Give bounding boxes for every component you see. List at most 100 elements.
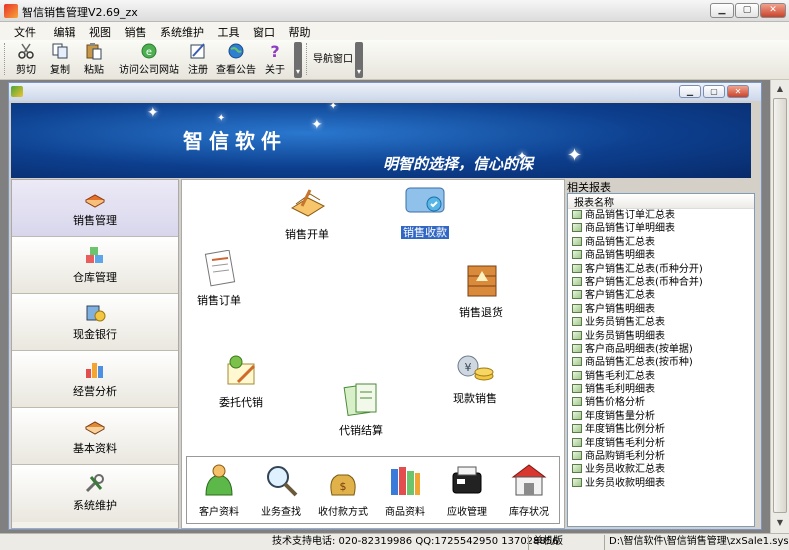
scroll-down-arrow[interactable]: ▼ [773,516,787,530]
sidebar-item-basic-data[interactable]: 基本资料 [12,408,178,465]
sidebar-item-cash-bank[interactable]: 现金银行 [12,294,178,351]
menu-file[interactable]: 文件 [14,22,36,40]
sidebar-item-analysis[interactable]: 经营分析 [12,351,178,408]
cut-button[interactable]: 剪切 [12,40,40,76]
copy-button[interactable]: 复制 [46,40,74,76]
report-item[interactable]: 业务员销售明细表 [568,330,754,343]
sidebar-item-warehouse[interactable]: 仓库管理 [12,237,178,294]
report-item[interactable]: 销售价格分析 [568,396,754,409]
scroll-up-arrow[interactable]: ▲ [773,82,787,96]
title-bar: 智信销售管理V2.69_zx ▁ ▢ ✕ [0,0,789,22]
sparkle-icon: ✦ [311,117,323,133]
report-icon [572,384,582,394]
minimize-button[interactable]: ▁ [710,3,734,18]
quick-customer-info[interactable]: 客户资料 [191,459,247,518]
menu-edit[interactable]: 编辑 [54,22,76,40]
flow-cash-sale[interactable]: ¥ 现款销售 [430,348,520,406]
navigation-window: ▁ ▢ ✕ ✦ ✦ ✦ ✦ ✦ ✦ 智信软件 明智的选择，信心的保 销售管理 仓… [8,82,762,530]
menu-sales[interactable]: 销售 [125,22,147,40]
child-maximize-button[interactable]: ▢ [703,85,725,98]
flow-sales-order[interactable]: 销售订单 [174,250,264,308]
flow-sales-return[interactable]: 销售退货 [436,262,526,320]
child-minimize-button[interactable]: ▁ [679,85,701,98]
report-icon [572,410,582,420]
toolbar-overflow-chevron[interactable]: ▾ [294,42,302,78]
reports-rows: 商品销售订单汇总表 商品销售订单明细表 商品销售汇总表 商品销售明细表 客户销售汇总表(… [568,209,754,490]
report-icon [572,263,582,273]
magnifier-icon [267,466,298,497]
quick-product-info[interactable]: 商品资料 [377,459,433,518]
report-item[interactable]: 年度销售毛利分析 [568,437,754,450]
nav-window-button[interactable]: 导航窗口 [312,50,354,70]
flow-consignment[interactable]: 委托代销 [196,352,286,410]
report-icon [572,223,582,233]
menu-view[interactable]: 视图 [89,22,111,40]
visit-website-button[interactable]: e 访问公司网站 [118,40,180,76]
close-button[interactable]: ✕ [760,3,786,18]
status-bar: 技术支持电话: 020-82319986 QQ:1725542950 13702… [0,533,789,550]
boxes-icon [86,247,103,263]
report-item[interactable]: 客户商品明细表(按单据) [568,343,754,356]
report-item[interactable]: 年度销售量分析 [568,410,754,423]
quick-business-search[interactable]: 业务查找 [253,459,309,518]
report-item[interactable]: 商品购销毛利分析 [568,450,754,463]
folder-book-icon [84,421,106,435]
sidebar-item-maintenance[interactable]: 系统维护 [12,465,178,522]
flow-sales-order-open[interactable]: 销售开单 [262,184,352,242]
report-item[interactable]: 客户销售汇总表 [568,289,754,302]
report-item[interactable]: 商品销售订单明细表 [568,222,754,235]
report-item[interactable]: 业务员收款汇总表 [568,463,754,476]
svg-text:$: $ [340,480,347,493]
register-icon [190,43,205,59]
reports-heading: 相关报表 [567,181,611,194]
child-close-button[interactable]: ✕ [727,85,749,98]
flow-sales-receipt[interactable]: 销售收款 [380,182,470,240]
sidebar-item-sales[interactable]: 销售管理 [12,180,178,237]
report-icon [572,357,582,367]
quick-payment-methods[interactable]: $ 收付款方式 [315,459,371,518]
report-item[interactable]: 业务员收款明细表 [568,477,754,490]
quick-receivables[interactable]: 应收管理 [439,459,495,518]
register-machine-icon [452,466,482,494]
about-button[interactable]: ? 关于 [262,40,288,76]
report-icon [572,330,582,340]
brand-name: 智信软件 [183,129,287,153]
menu-window[interactable]: 窗口 [253,22,275,40]
report-item[interactable]: 销售毛利汇总表 [568,370,754,383]
toolbar-grip[interactable] [4,43,7,75]
menu-help[interactable]: 帮助 [289,22,311,40]
related-reports-panel: 相关报表 报表名称 商品销售订单汇总表 商品销售订单明细表 商品销售汇总表 商品销售明… [567,179,755,529]
menu-system[interactable]: 系统维护 [160,22,204,40]
report-item[interactable]: 商品销售订单汇总表 [568,209,754,222]
paste-button[interactable]: 粘贴 [80,40,108,76]
warehouse-icon [511,464,547,496]
svg-text:¥: ¥ [465,361,472,374]
scroll-thumb[interactable] [773,98,787,513]
report-icon [572,370,582,380]
maximize-button[interactable]: ▢ [735,3,759,18]
report-item[interactable]: 商品销售明细表 [568,249,754,262]
flow-consignment-settle[interactable]: 代销结算 [316,380,406,438]
globe-icon [228,43,244,59]
menu-tools[interactable]: 工具 [218,22,240,40]
report-item[interactable]: 年度销售比例分析 [568,423,754,436]
toolbar-grip-2[interactable] [306,43,309,75]
vertical-scrollbar[interactable]: ▲ ▼ [770,80,789,533]
report-item[interactable]: 客户销售明细表 [568,303,754,316]
report-item[interactable]: 业务员销售汇总表 [568,316,754,329]
report-icon [572,451,582,461]
brand-slogan: 明智的选择，信心的保 [383,155,534,173]
report-icon [572,397,582,407]
register-button[interactable]: 注册 [184,40,212,76]
report-item[interactable]: 商品销售汇总表 [568,236,754,249]
sparkle-icon: ✦ [567,145,583,166]
notice-button[interactable]: 查看公告 [216,40,256,76]
report-item[interactable]: 商品销售汇总表(按币种) [568,356,754,369]
reports-column-header[interactable]: 报表名称 [568,194,754,209]
report-item[interactable]: 客户销售汇总表(币种合并) [568,276,754,289]
quick-inventory-status[interactable]: 库存状况 [501,459,557,518]
report-item[interactable]: 客户销售汇总表(币种分开) [568,263,754,276]
report-item[interactable]: 销售毛利明细表 [568,383,754,396]
web-icon: e [141,43,157,59]
toolbar-overflow-chevron-2[interactable]: ▾ [355,42,363,78]
